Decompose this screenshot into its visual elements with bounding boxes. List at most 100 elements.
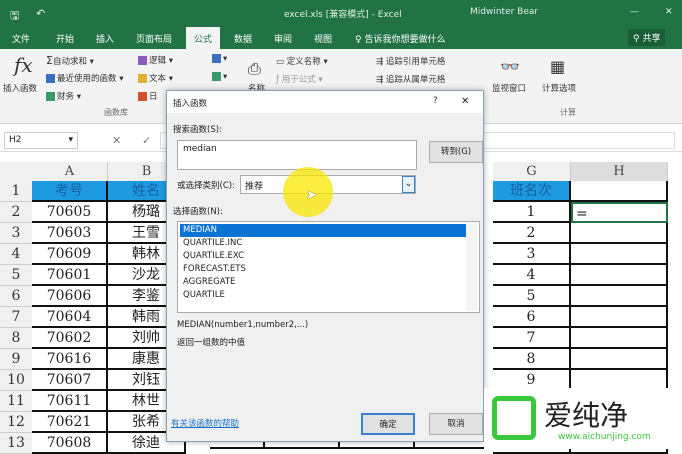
row-header[interactable]: 7 <box>0 307 32 328</box>
cell-h6[interactable] <box>571 286 668 307</box>
row-header[interactable]: 6 <box>0 286 32 307</box>
function-item[interactable]: QUARTILE <box>180 289 477 302</box>
tab-review[interactable]: 审阅 <box>274 32 292 45</box>
cell-a13[interactable]: 70608 <box>32 433 108 454</box>
cell-a4[interactable]: 70609 <box>32 244 108 265</box>
watermark: 爱纯净 www.aichunjing.com <box>484 388 682 449</box>
math-button[interactable]: ▾ <box>212 72 227 82</box>
cell-g8[interactable]: 7 <box>493 328 571 349</box>
date-button[interactable]: 日 <box>138 90 158 102</box>
row-header[interactable]: 8 <box>0 328 32 349</box>
cell-a6[interactable]: 70606 <box>32 286 108 307</box>
group-label-library: 函数库 <box>104 108 128 117</box>
list-scrollbar[interactable] <box>466 223 478 311</box>
autosum-button[interactable]: Σ自动求和 ▾ <box>46 54 94 67</box>
cell-h3[interactable] <box>571 223 668 244</box>
header-cell-h[interactable] <box>571 181 668 202</box>
cell-a9[interactable]: 70616 <box>32 349 108 370</box>
search-function-input[interactable]: median <box>177 140 417 170</box>
function-item[interactable]: AGGREGATE <box>180 276 477 289</box>
cell-g3[interactable]: 2 <box>493 223 571 244</box>
help-link[interactable]: 有关该函数的帮助 <box>171 417 239 429</box>
cell-a7[interactable]: 70604 <box>32 307 108 328</box>
tell-me-search[interactable]: ♀ 告诉我你想要做什么 <box>355 32 445 45</box>
cell-a5[interactable]: 70601 <box>32 265 108 286</box>
cell-a8[interactable]: 70602 <box>32 328 108 349</box>
function-list[interactable]: MEDIAN QUARTILE.INC QUARTILE.EXC FORECAS… <box>177 221 480 313</box>
cell-g9[interactable]: 8 <box>493 349 571 370</box>
close-dialog-button[interactable]: ✕ <box>461 96 469 107</box>
tab-home[interactable]: 开始 <box>56 32 74 45</box>
column-header-a[interactable]: A <box>32 162 108 181</box>
enter-formula-button[interactable]: ✓ <box>142 134 151 147</box>
tab-view[interactable]: 视图 <box>314 32 332 45</box>
function-item[interactable]: FORECAST.ETS <box>180 263 477 276</box>
insert-function-button[interactable]: 插入函数 <box>3 82 37 94</box>
minimize-button[interactable]: — <box>630 7 639 17</box>
cancel-formula-button[interactable]: ✕ <box>112 134 121 147</box>
calculator-icon: ▦ <box>550 57 566 76</box>
column-header-g[interactable]: G <box>493 162 571 181</box>
row-header[interactable]: 13 <box>0 433 32 454</box>
cell-h7[interactable] <box>571 307 668 328</box>
calc-options-button[interactable]: 计算选项 <box>542 82 576 94</box>
function-item-median[interactable]: MEDIAN <box>180 224 467 237</box>
row-header[interactable]: 11 <box>0 391 32 412</box>
tab-page-layout[interactable]: 页面布局 <box>136 32 172 45</box>
undo-icon[interactable]: ↶ <box>36 7 45 20</box>
row-header[interactable]: 4 <box>0 244 32 265</box>
cell-h5[interactable] <box>571 265 668 286</box>
trace-precedents-button[interactable]: ⇶ 追踪引用单元格 <box>376 55 445 67</box>
cell-a3[interactable]: 70603 <box>32 223 108 244</box>
row-header[interactable]: 3 <box>0 223 32 244</box>
tab-insert[interactable]: 插入 <box>96 32 114 45</box>
cell-g2[interactable]: 1 <box>493 202 571 223</box>
go-button[interactable]: 转到(G) <box>429 141 483 163</box>
function-item[interactable]: QUARTILE.INC <box>180 237 477 250</box>
use-in-formula-button[interactable]: ƒ 用于公式 ▾ <box>276 73 323 85</box>
row-header[interactable]: 5 <box>0 265 32 286</box>
column-header-h[interactable]: H <box>571 162 668 181</box>
cell-a2[interactable]: 70605 <box>32 202 108 223</box>
cell-a11[interactable]: 70611 <box>32 391 108 412</box>
save-icon[interactable]: 🖫 <box>10 7 19 26</box>
logical-button[interactable]: 逻辑 ▾ <box>138 54 173 66</box>
chevron-down-icon[interactable]: ⌄ <box>402 176 415 193</box>
share-button[interactable]: ⚲ 共享 <box>628 29 666 46</box>
cell-g6[interactable]: 5 <box>493 286 571 307</box>
cell-h2[interactable]: = <box>571 202 668 223</box>
watch-window-button[interactable]: 监视窗口 <box>492 82 526 94</box>
tab-data[interactable]: 数据 <box>234 32 252 45</box>
lookup-button[interactable]: ▾ <box>212 54 227 64</box>
row-header[interactable]: 2 <box>0 202 32 223</box>
function-item[interactable]: QUARTILE.EXC <box>180 250 477 263</box>
tab-file[interactable]: 文件 <box>12 32 30 45</box>
tab-formulas[interactable]: 公式 <box>186 27 221 49</box>
cell-g7[interactable]: 6 <box>493 307 571 328</box>
cell-h4[interactable] <box>571 244 668 265</box>
text-button[interactable]: 文本 ▾ <box>138 72 173 84</box>
header-cell-a[interactable]: 考号 <box>32 181 108 202</box>
financial-button[interactable]: 财务 ▾ <box>46 90 81 102</box>
cell-h8[interactable] <box>571 328 668 349</box>
row-header[interactable]: 9 <box>0 349 32 370</box>
row-header[interactable]: 1 <box>0 181 32 202</box>
close-window-button[interactable]: ✕ <box>665 7 673 17</box>
cell-a12[interactable]: 70621 <box>32 412 108 433</box>
ok-button[interactable]: 确定 <box>361 413 415 435</box>
cell-g5[interactable]: 4 <box>493 265 571 286</box>
row-header[interactable]: 10 <box>0 370 32 391</box>
define-name-button[interactable]: ▭ 定义名称 ▾ <box>276 55 328 67</box>
cell-h9[interactable] <box>571 349 668 370</box>
help-button[interactable]: ? <box>433 96 438 106</box>
trace-dependents-button[interactable]: ⇶ 追踪从属单元格 <box>376 73 445 85</box>
cancel-button[interactable]: 取消 <box>429 413 483 435</box>
user-name: Midwinter Bear <box>470 7 539 17</box>
cell-g4[interactable]: 3 <box>493 244 571 265</box>
select-all-corner[interactable] <box>0 162 32 181</box>
name-box[interactable]: H2 ▾ <box>4 132 78 149</box>
header-cell-g[interactable]: 班名次 <box>493 181 571 202</box>
cell-a10[interactable]: 70607 <box>32 370 108 391</box>
recent-functions-button[interactable]: 最近使用的函数 ▾ <box>46 72 123 84</box>
row-header[interactable]: 12 <box>0 412 32 433</box>
